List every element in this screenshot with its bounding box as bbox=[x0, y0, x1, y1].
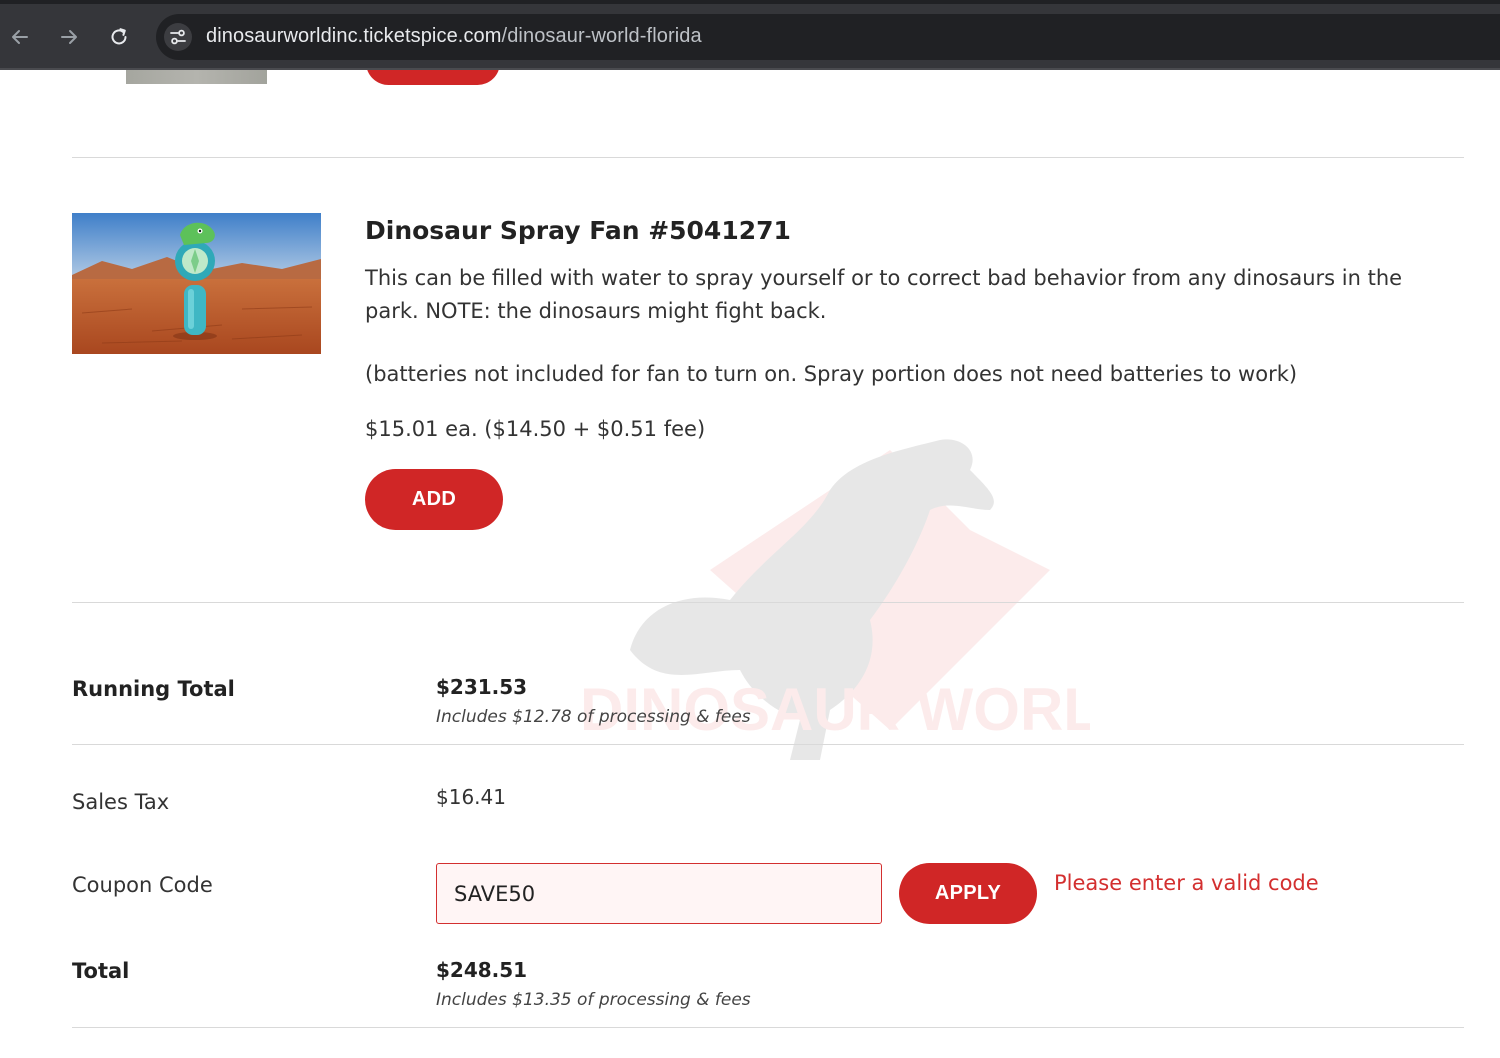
section-divider bbox=[72, 602, 1464, 603]
sales-tax-label: Sales Tax bbox=[72, 790, 170, 814]
tune-icon[interactable] bbox=[164, 23, 192, 51]
browser-toolbar: dinosaurworldinc.ticketspice.com/dinosau… bbox=[0, 0, 1500, 70]
coupon-error-message: Please enter a valid code bbox=[1054, 871, 1319, 895]
product-image bbox=[72, 213, 321, 354]
sales-tax-value: $16.41 bbox=[436, 785, 506, 809]
product-divider bbox=[72, 157, 1464, 158]
address-bar[interactable]: dinosaurworldinc.ticketspice.com/dinosau… bbox=[156, 14, 1500, 60]
running-total-label: Running Total bbox=[72, 677, 235, 701]
coupon-code-input[interactable] bbox=[436, 863, 882, 924]
url-path: /dinosaur-world-florida bbox=[501, 25, 702, 47]
back-button[interactable] bbox=[5, 22, 35, 52]
previous-product-image bbox=[126, 70, 267, 84]
arrow-right-icon bbox=[58, 26, 80, 48]
url-text[interactable]: dinosaurworldinc.ticketspice.com/dinosau… bbox=[206, 25, 702, 48]
product-note: (batteries not included for fan to turn … bbox=[365, 362, 1298, 386]
total-value: $248.51 bbox=[436, 958, 528, 982]
summary-divider bbox=[72, 744, 1464, 745]
add-button[interactable]: ADD bbox=[365, 469, 503, 530]
arrow-left-icon bbox=[9, 26, 31, 48]
url-host: dinosaurworldinc.ticketspice.com bbox=[206, 25, 502, 47]
forward-button[interactable] bbox=[54, 22, 84, 52]
apply-button[interactable]: APPLY bbox=[899, 863, 1037, 924]
toolbar-border bbox=[0, 68, 1500, 70]
tab-strip bbox=[0, 0, 1500, 4]
product-price: $15.01 ea. ($14.50 + $0.51 fee) bbox=[365, 417, 706, 441]
reload-button[interactable] bbox=[104, 22, 134, 52]
product-title: Dinosaur Spray Fan #5041271 bbox=[365, 216, 791, 245]
total-label: Total bbox=[72, 959, 130, 983]
product-description: This can be filled with water to spray y… bbox=[365, 262, 1455, 328]
running-total-fees-note: Includes $12.78 of processing & fees bbox=[436, 707, 751, 727]
product-description-text: This can be filled with water to spray y… bbox=[365, 266, 1403, 323]
reload-icon bbox=[108, 26, 130, 48]
summary-bottom-divider bbox=[72, 1027, 1464, 1028]
coupon-code-label: Coupon Code bbox=[72, 873, 213, 897]
total-fees-note: Includes $13.35 of processing & fees bbox=[436, 990, 751, 1010]
running-total-value: $231.53 bbox=[436, 675, 528, 699]
